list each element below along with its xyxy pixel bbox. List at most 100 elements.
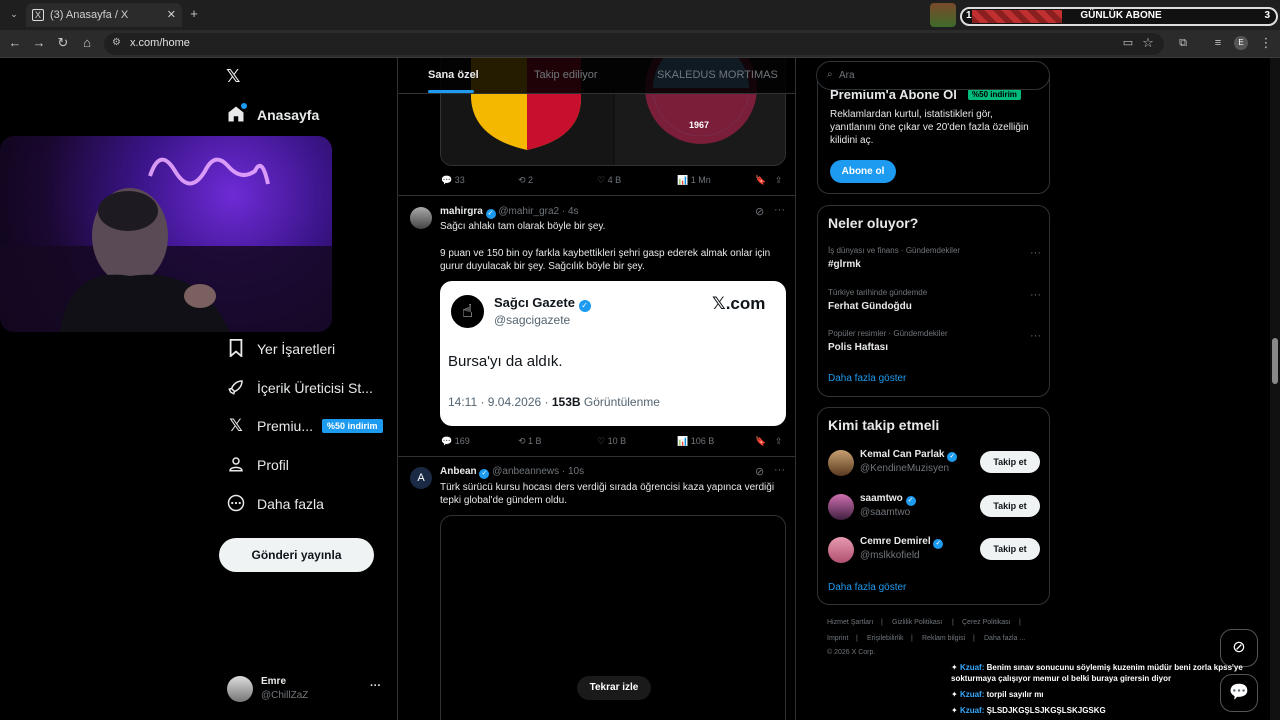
author-name[interactable]: mahirgra [440,206,483,217]
suggestion-avatar [828,450,854,476]
discount-badge: %50 indirim [322,419,383,433]
footer-link[interactable]: Reklam bilgisi [922,635,965,642]
follow-suggestion[interactable]: saamtwo ✓ @saamtwo Takip et [818,490,1051,526]
share-icon[interactable]: ⇪ [775,175,783,186]
profile-avatar-icon[interactable]: E [1234,36,1248,50]
suggestion-name: Cemre Demirel ✓ [860,536,944,549]
footer-link[interactable]: Daha fazla ... [984,635,1025,642]
bookmark-tweet-icon[interactable]: 🔖 [755,175,766,186]
new-tab-icon[interactable]: + [186,7,202,23]
trend-name: Polis Haftası [828,342,889,353]
trend-item[interactable]: İş dünyası ve finans · Gündemdekiler #gl… [818,244,1051,284]
footer-link[interactable]: Gizlilik Politikası [892,619,942,626]
author-handle[interactable]: @mahir_gra2 [498,206,559,217]
tweet-time[interactable]: · 4s [562,206,579,217]
cast-icon[interactable]: ▭ [1120,36,1136,52]
reply-button[interactable]: 💬 33 [441,175,465,186]
trends-show-more-link[interactable]: Daha fazla göster [828,373,906,384]
follow-suggestion[interactable]: Cemre Demirel ✓ @mslkkofield Takip et [818,533,1051,569]
trend-more-icon[interactable]: ··· [1030,330,1041,342]
bookmark-tweet-icon[interactable]: 🔖 [755,436,766,447]
tweet-header: Anbean ✓ @anbeannews · 10s [440,466,584,479]
browser-tab[interactable]: X (3) Anasayfa / X ✕ [26,3,182,27]
nav-premium[interactable]: 𝕏 Premiu... %50 indirim [226,414,386,440]
site-info-icon[interactable]: ⚙ [112,37,121,48]
tweet-text: 9 puan ve 150 bin oy farkla kaybettikler… [440,248,771,272]
tab-search-icon[interactable]: ⌄ [6,7,22,23]
tweet-time[interactable]: · 10s [562,466,584,477]
scrollbar-thumb[interactable] [1272,338,1278,384]
trends-title: Neler oluyor? [828,215,919,231]
premium-discount-badge: %50 indirim [968,89,1021,100]
extensions-icon[interactable]: ⧉ [1175,36,1191,52]
tweet-header: mahirgra ✓ @mahir_gra2 · 4s [440,206,579,219]
chat-user: Kzuaf: [959,663,985,672]
retweet-count: 1 B [528,436,542,446]
author-handle[interactable]: @anbeannews [492,466,559,477]
verified-icon: ✓ [485,209,496,219]
follow-button[interactable]: Takip et [980,451,1040,473]
post-button[interactable]: Gönderi yayınla [219,538,374,572]
trend-category: Popüler resimler · Gündemdekiler [828,329,948,338]
account-switcher[interactable]: Emre @ChillZaZ ··· [219,668,389,708]
tab-close-icon[interactable]: ✕ [167,8,176,21]
trends-card: Neler oluyor? İş dünyası ve finans · Gün… [817,205,1050,397]
search-input[interactable]: Ara [839,70,855,81]
tweet-more-icon[interactable]: ··· [774,204,785,216]
reading-list-icon[interactable]: ≡ [1210,36,1226,52]
account-menu-icon[interactable]: ··· [370,680,381,692]
search-box[interactable]: ⌕ Ara [816,61,1050,90]
footer-link[interactable]: Erişilebilirlik [867,635,904,642]
share-icon[interactable]: ⇪ [775,436,783,447]
embedded-screenshot[interactable]: ☝ Sağcı Gazete ✓ @sagcigazete 𝕏.com Burs… [440,281,786,426]
subs-label: GÜNLÜK ABONE [1080,10,1162,21]
tab-following[interactable]: Takip ediliyor [534,69,598,81]
chat-message: ✦ Kzuaf: torpil sayılır mı [951,689,1211,700]
footer-link[interactable]: Imprint [827,635,848,642]
retweet-button[interactable]: ⟲ 2 [518,175,533,186]
url-input[interactable]: ⚙ x.com/home [104,33,1164,55]
footer-separator: | [881,619,883,626]
star-icon[interactable]: ☆ [1140,36,1156,52]
notification-dot [241,103,247,109]
back-icon[interactable]: ← [7,36,23,52]
trend-item[interactable]: Popüler resimler · Gündemdekiler Polis H… [818,327,1051,367]
suggestion-name: saamtwo ✓ [860,493,916,506]
follow-suggestion[interactable]: Kemal Can Parlak ✓ @KendineMuzisyen Taki… [818,446,1051,482]
grok-icon[interactable]: ⊘ [755,205,764,218]
reply-button[interactable]: 💬 169 [441,436,470,447]
x-logo-icon[interactable]: 𝕏 [226,66,246,86]
trend-more-icon[interactable]: ··· [1030,289,1041,301]
follow-button[interactable]: Takip et [980,495,1040,517]
tab-community[interactable]: SKALEDUS MORTIMAS [657,69,778,81]
grok-icon[interactable]: ⊘ [755,465,764,478]
retweet-button[interactable]: ⟲ 1 B [518,436,542,447]
nav-label: Profil [257,457,289,473]
replay-button[interactable]: Tekrar izle [577,676,651,700]
tweet-text: Türk sürücü kursu hocası ders verdiği sı… [440,482,775,506]
page-scrollbar[interactable] [1270,58,1280,720]
author-name[interactable]: Anbean [440,466,477,477]
like-button[interactable]: ♡ 4 B [597,175,621,186]
follow-button[interactable]: Takip et [980,538,1040,560]
footer-link[interactable]: Hizmet Şartları [827,619,873,626]
video-player[interactable]: Tekrar izle [440,515,786,720]
tab-for-you[interactable]: Sana özel [428,69,479,81]
trend-more-icon[interactable]: ··· [1030,247,1041,259]
views-button[interactable]: 📊 106 B [677,436,714,447]
forward-icon[interactable]: → [31,36,47,52]
browser-menu-icon[interactable]: ⋮ [1258,36,1274,52]
tweet-avatar[interactable] [410,207,432,229]
trend-item[interactable]: Türkiye tarihinde gündemde Ferhat Gündoğ… [818,286,1051,326]
views-button[interactable]: 📊 1 Mn [677,175,711,186]
subscribe-button[interactable]: Abone ol [830,160,896,183]
like-button[interactable]: ♡ 10 B [597,436,626,447]
home-browser-icon[interactable]: ⌂ [79,36,95,52]
tweet-more-icon[interactable]: ··· [774,464,785,476]
verified-icon: ✓ [578,300,591,312]
reload-icon[interactable]: ↻ [55,36,71,52]
anbean-logo-icon[interactable]: A [410,467,432,489]
daily-subs-bar: 1 GÜNLÜK ABONE 3 [960,7,1278,26]
footer-link[interactable]: Çerez Politikası [962,619,1011,626]
who-show-more-link[interactable]: Daha fazla göster [828,582,906,593]
